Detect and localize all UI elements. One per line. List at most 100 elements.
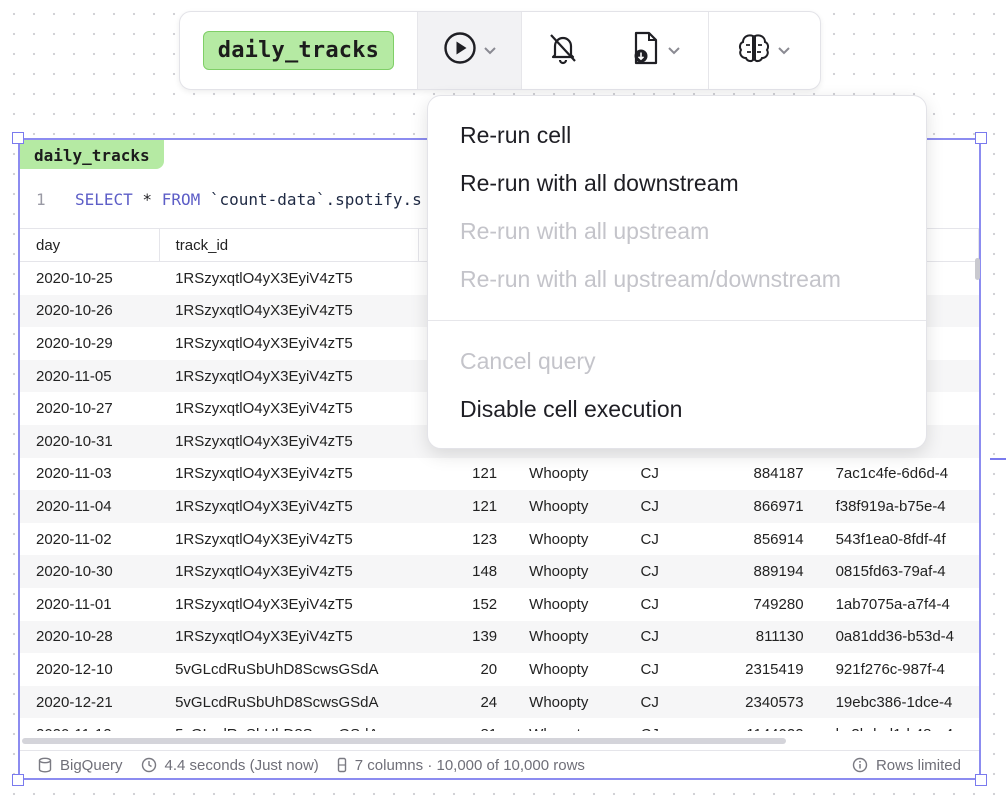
resize-handle-top-left[interactable]	[12, 132, 24, 144]
table-cell[interactable]: 2020-10-29	[20, 327, 159, 360]
table-cell[interactable]: 2020-10-30	[20, 555, 160, 588]
table-cell[interactable]: Whoopty	[513, 523, 624, 556]
table-cell[interactable]: Whoopty	[513, 718, 624, 731]
table-cell[interactable]: 1RSzyxqtlO4yX3EyiV4zT5	[159, 620, 419, 654]
table-cell[interactable]: 2020-11-05	[20, 359, 160, 393]
table-cell[interactable]: CJ	[624, 620, 712, 654]
table-cell[interactable]: 20	[418, 653, 513, 686]
table-cell[interactable]: 7ac1c4fe-6d6d-4	[820, 458, 979, 491]
table-cell[interactable]: 2340573	[711, 685, 820, 719]
table-cell[interactable]: 2020-12-21	[20, 685, 160, 719]
table-cell[interactable]: 1ab7075a-a7f4-4	[820, 588, 979, 621]
table-row[interactable]: 2020-10-30 1RSzyxqtlO4yX3EyiV4zT5 148 Whoop…	[20, 555, 979, 588]
table-cell[interactable]: Whoopty	[513, 653, 624, 686]
table-row[interactable]: 2020-11-03 1RSzyxqtlO4yX3EyiV4zT5 121 Whoop…	[20, 458, 979, 491]
table-cell[interactable]: 0a81dd36-b53d-4	[819, 620, 979, 654]
table-cell[interactable]: 148	[418, 555, 514, 588]
table-cell[interactable]: CJ	[624, 685, 712, 719]
table-row[interactable]: 2020-11-01 1RSzyxqtlO4yX3EyiV4zT5 152 Whoop…	[20, 588, 979, 621]
table-cell[interactable]: 2020-11-12	[20, 718, 159, 731]
cell-tag[interactable]: daily_tracks	[20, 140, 164, 169]
table-cell[interactable]: 123	[418, 523, 513, 556]
table-cell[interactable]: Whoopty	[513, 490, 625, 523]
table-cell[interactable]: 543f1ea0-8fdf-4f	[820, 523, 979, 556]
resize-handle-bottom-left[interactable]	[12, 774, 24, 786]
table-cell[interactable]: CJ	[625, 458, 712, 491]
table-cell[interactable]: 5vGLcdRuSbUhD8ScwsGSdA	[159, 685, 419, 719]
table-cell[interactable]: CJ	[625, 653, 712, 686]
table-cell[interactable]: 2020-10-28	[20, 620, 160, 654]
table-cell[interactable]: 1RSzyxqtlO4yX3EyiV4zT5	[159, 294, 419, 328]
table-cell[interactable]: 1RSzyxqtlO4yX3EyiV4zT5	[159, 424, 419, 458]
table-cell[interactable]: 2315419	[712, 653, 820, 686]
table-cell[interactable]: 1RSzyxqtlO4yX3EyiV4zT5	[159, 458, 418, 491]
table-cell[interactable]: 866971	[711, 490, 820, 523]
table-cell[interactable]: 1RSzyxqtlO4yX3EyiV4zT5	[159, 523, 418, 556]
table-cell[interactable]: 2020-10-26	[20, 294, 160, 328]
table-cell[interactable]: 1RSzyxqtlO4yX3EyiV4zT5	[159, 359, 419, 393]
table-cell[interactable]: 2020-11-04	[20, 490, 160, 523]
table-cell[interactable]: CJ	[624, 490, 712, 523]
table-cell[interactable]: Whoopty	[513, 555, 625, 588]
table-cell[interactable]: 81	[418, 718, 513, 731]
table-cell[interactable]: CJ	[625, 718, 712, 731]
vertical-scrollbar[interactable]	[975, 258, 980, 280]
table-cell[interactable]: 856914	[712, 523, 820, 556]
table-cell[interactable]: 5vGLcdRuSbUhD8ScwsGSdA	[159, 718, 418, 731]
resize-handle-bottom-right[interactable]	[975, 774, 987, 786]
table-cell[interactable]: 2020-11-03	[20, 458, 159, 491]
table-row[interactable]: 2020-10-28 1RSzyxqtlO4yX3EyiV4zT5 139 Whoop…	[20, 620, 979, 654]
table-cell[interactable]: 2020-10-31	[20, 424, 160, 458]
table-cell[interactable]: 1RSzyxqtlO4yX3EyiV4zT5	[159, 392, 418, 425]
resize-handle-top-right[interactable]	[975, 132, 987, 144]
table-cell[interactable]: 811130	[711, 620, 820, 654]
table-cell[interactable]: 1RSzyxqtlO4yX3EyiV4zT5	[159, 490, 419, 523]
table-cell[interactable]: Whoopty	[513, 588, 624, 621]
table-cell[interactable]: 1RSzyxqtlO4yX3EyiV4zT5	[159, 555, 419, 588]
table-cell[interactable]: 2020-10-25	[20, 262, 159, 295]
menu-item-disable-execution[interactable]: Disable cell execution	[460, 396, 682, 423]
table-row[interactable]: 2020-12-21 5vGLcdRuSbUhD8ScwsGSdA 24 Whoopt…	[20, 685, 979, 719]
table-cell[interactable]: 889194	[711, 555, 820, 588]
menu-item-rerun-cell[interactable]: Re-run cell	[460, 122, 571, 149]
table-cell[interactable]: 1RSzyxqtlO4yX3EyiV4zT5	[159, 327, 418, 360]
table-cell[interactable]: 1144022	[712, 718, 820, 731]
table-cell[interactable]: CJ	[625, 523, 712, 556]
table-cell[interactable]: 121	[418, 490, 514, 523]
table-cell[interactable]: 2020-11-01	[20, 588, 159, 621]
table-cell[interactable]: 0815fd63-79af-4	[819, 555, 979, 588]
table-cell[interactable]: 24	[418, 685, 514, 719]
table-cell[interactable]: bc3bdad1-b48e-4	[820, 718, 979, 731]
table-row[interactable]: 2020-12-10 5vGLcdRuSbUhD8ScwsGSdA 20 Whoopt…	[20, 653, 979, 686]
table-cell[interactable]: 2020-11-02	[20, 523, 159, 556]
ai-assist-button[interactable]	[709, 12, 820, 89]
table-cell[interactable]: 121	[418, 458, 513, 491]
table-cell[interactable]: 749280	[712, 588, 820, 621]
table-cell[interactable]: CJ	[625, 588, 712, 621]
table-cell[interactable]: 1RSzyxqtlO4yX3EyiV4zT5	[159, 588, 418, 621]
connection-port[interactable]	[990, 458, 1006, 460]
cell-name-pill[interactable]: daily_tracks	[202, 31, 395, 70]
table-cell[interactable]: f38f919a-b75e-4	[819, 490, 979, 523]
column-header-day[interactable]: day	[20, 229, 160, 262]
download-button[interactable]	[604, 12, 709, 89]
footer-rows-limited[interactable]: Rows limited	[852, 757, 961, 774]
run-button[interactable]	[417, 12, 523, 89]
table-cell[interactable]: Whoopty	[513, 458, 624, 491]
table-cell[interactable]: 19ebc386-1dce-4	[819, 685, 979, 719]
table-cell[interactable]: 921f276c-987f-4	[820, 653, 979, 686]
sql-code[interactable]: SELECT * FROM `count-data`.spotify.s	[75, 190, 422, 209]
horizontal-scrollbar[interactable]	[22, 738, 786, 744]
table-cell[interactable]: 139	[418, 620, 514, 654]
table-cell[interactable]: Whoopty	[513, 685, 625, 719]
table-cell[interactable]: 884187	[712, 458, 820, 491]
table-cell[interactable]: 2020-12-10	[20, 653, 159, 686]
table-cell[interactable]: 152	[418, 588, 513, 621]
table-cell[interactable]: CJ	[624, 555, 712, 588]
table-cell[interactable]: 1RSzyxqtlO4yX3EyiV4zT5	[159, 262, 418, 295]
table-cell[interactable]: 2020-10-27	[20, 392, 159, 425]
notifications-button[interactable]	[522, 12, 604, 89]
column-header-track-id[interactable]: track_id	[159, 229, 419, 262]
table-row[interactable]: 2020-11-04 1RSzyxqtlO4yX3EyiV4zT5 121 Whoop…	[20, 490, 979, 523]
table-row[interactable]: 2020-11-02 1RSzyxqtlO4yX3EyiV4zT5 123 Whoop…	[20, 523, 979, 556]
